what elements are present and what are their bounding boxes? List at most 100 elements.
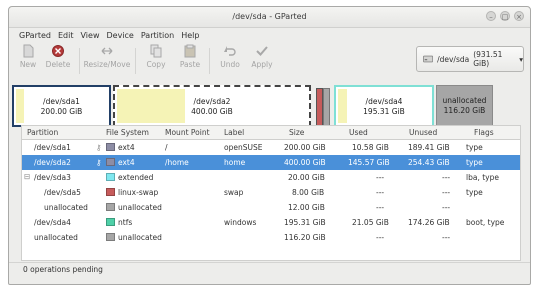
menu-help[interactable]: Help [181,31,199,40]
paste-button[interactable]: Paste [173,44,207,69]
col-filesystem[interactable]: File System [106,128,149,137]
col-flags[interactable]: Flags [474,128,494,137]
menu-device[interactable]: Device [106,31,133,40]
fs-color-swatch [106,203,115,211]
apply-button[interactable]: Apply [245,44,279,69]
delete-button[interactable]: Delete [41,44,75,69]
cell-filesystem: ext4 [118,158,135,167]
cell-label: home [224,158,246,167]
device-size: (931.51 GiB) [473,50,503,68]
table-row[interactable]: /dev/sda5 linux-swap swap 8.00 GiB --- -… [22,185,520,200]
new-button[interactable]: New [11,44,45,69]
fs-color-swatch [106,188,115,196]
fs-color-swatch [106,218,115,226]
paste-icon [184,44,196,58]
partition-table: Partition File System Mount Point Label … [21,125,521,261]
cell-used: --- [376,173,385,182]
table-row[interactable]: unallocated unallocated 12.00 GiB --- --… [22,200,520,215]
cell-unused: --- [442,233,451,242]
menu-edit[interactable]: Edit [58,31,74,40]
cell-size: 20.00 GiB [288,173,325,182]
table-row[interactable]: /dev/sda1 ⚷ ext4 / openSUSE 200.00 GiB 1… [22,140,520,155]
device-selector[interactable]: /dev/sda (931.51 GiB) ▾ [416,46,524,72]
apply-label: Apply [251,60,273,69]
cell-used: 21.05 GiB [352,218,389,227]
map-extended-sda3[interactable] [313,85,332,127]
cell-mount: / [165,143,168,152]
map-sda4-size: 195.31 GiB [363,107,405,116]
window-title: /dev/sda - GParted [232,12,307,21]
cell-flags: lba, type [466,173,499,182]
cell-filesystem: unallocated [118,233,162,242]
cell-used: --- [376,188,385,197]
checkmark-icon [256,46,268,56]
col-label[interactable]: Label [224,128,244,137]
cell-unused: 174.26 GiB [408,218,450,227]
copy-button[interactable]: Copy [139,44,173,69]
cell-flags: type [466,143,483,152]
map-partition-sda2[interactable]: /dev/sda2 400.00 GiB [113,85,311,127]
status-divider [9,262,530,263]
cell-partition: /dev/sda2 [34,158,71,167]
cell-unused: --- [442,173,451,182]
col-used[interactable]: Used [349,128,368,137]
cell-partition: /dev/sda1 [34,143,71,152]
map-partition-sda4[interactable]: /dev/sda4 195.31 GiB [334,85,434,127]
col-size[interactable]: Size [289,128,304,137]
map-sda2-name: /dev/sda2 [193,97,231,106]
cell-partition: unallocated [34,233,78,242]
col-unused[interactable]: Unused [409,128,437,137]
map-unallocated[interactable]: unallocated 116.20 GiB [436,85,493,127]
cell-unused: --- [442,203,451,212]
col-partition[interactable]: Partition [27,128,58,137]
map-sda1-name: /dev/sda1 [43,97,80,106]
device-name: /dev/sda [437,54,470,64]
map-partition-sda1[interactable]: /dev/sda1 200.00 GiB [12,85,111,127]
toolbar: New Delete Resize/Move Copy Paste Undo A… [9,42,530,80]
menu-partition[interactable]: Partition [141,31,174,40]
cell-filesystem: extended [118,173,154,182]
table-row-selected[interactable]: /dev/sda2 ⚷ ext4 /home home 400.00 GiB 1… [22,155,520,170]
cell-used: 145.57 GiB [348,158,390,167]
map-unallocated-block [323,88,330,126]
key-icon: ⚷ [96,158,102,167]
key-icon: ⚷ [96,143,102,152]
fs-color-swatch [106,233,115,241]
maximize-icon[interactable]: □ [500,11,510,21]
partition-map: /dev/sda1 200.00 GiB /dev/sda2 400.00 GiB … [12,85,520,127]
table-row[interactable]: unallocated unallocated 116.20 GiB --- -… [22,230,520,245]
cell-flags: type [466,188,483,197]
fs-color-swatch [106,143,115,151]
toolbar-separator [79,48,80,74]
undo-button[interactable]: Undo [213,44,247,69]
table-row[interactable]: /dev/sda4 ntfs windows 195.31 GiB 21.05 … [22,215,520,230]
copy-icon [150,44,162,58]
close-icon[interactable]: × [514,11,524,21]
cell-partition: /dev/sda5 [44,188,81,197]
minimize-icon[interactable]: – [486,11,496,21]
cell-filesystem: ntfs [118,218,133,227]
table-row[interactable]: ⊟ /dev/sda3 extended 20.00 GiB --- --- l… [22,170,520,185]
cell-label: openSUSE [224,143,263,152]
cell-label: windows [224,218,257,227]
map-unallocated-size: 116.20 GiB [443,106,486,115]
resize-icon [101,47,113,55]
resize-move-button[interactable]: Resize/Move [83,44,131,69]
col-mount[interactable]: Mount Point [165,128,210,137]
cell-size: 8.00 GiB [292,188,325,197]
delete-label: Delete [45,60,71,69]
menu-gparted[interactable]: GParted [19,31,51,40]
cell-used: --- [376,203,385,212]
cell-label: swap [224,188,244,197]
cell-partition: unallocated [44,203,88,212]
undo-icon [224,46,236,56]
cell-unused: 189.41 GiB [408,143,450,152]
collapse-icon[interactable]: ⊟ [24,172,30,181]
new-label: New [19,60,37,69]
status-text: 0 operations pending [23,265,103,274]
cell-filesystem: unallocated [118,203,162,212]
map-swap-block [316,88,323,126]
menu-view[interactable]: View [81,31,100,40]
cell-flags: boot, type [466,218,505,227]
map-unallocated-name: unallocated [442,96,487,105]
